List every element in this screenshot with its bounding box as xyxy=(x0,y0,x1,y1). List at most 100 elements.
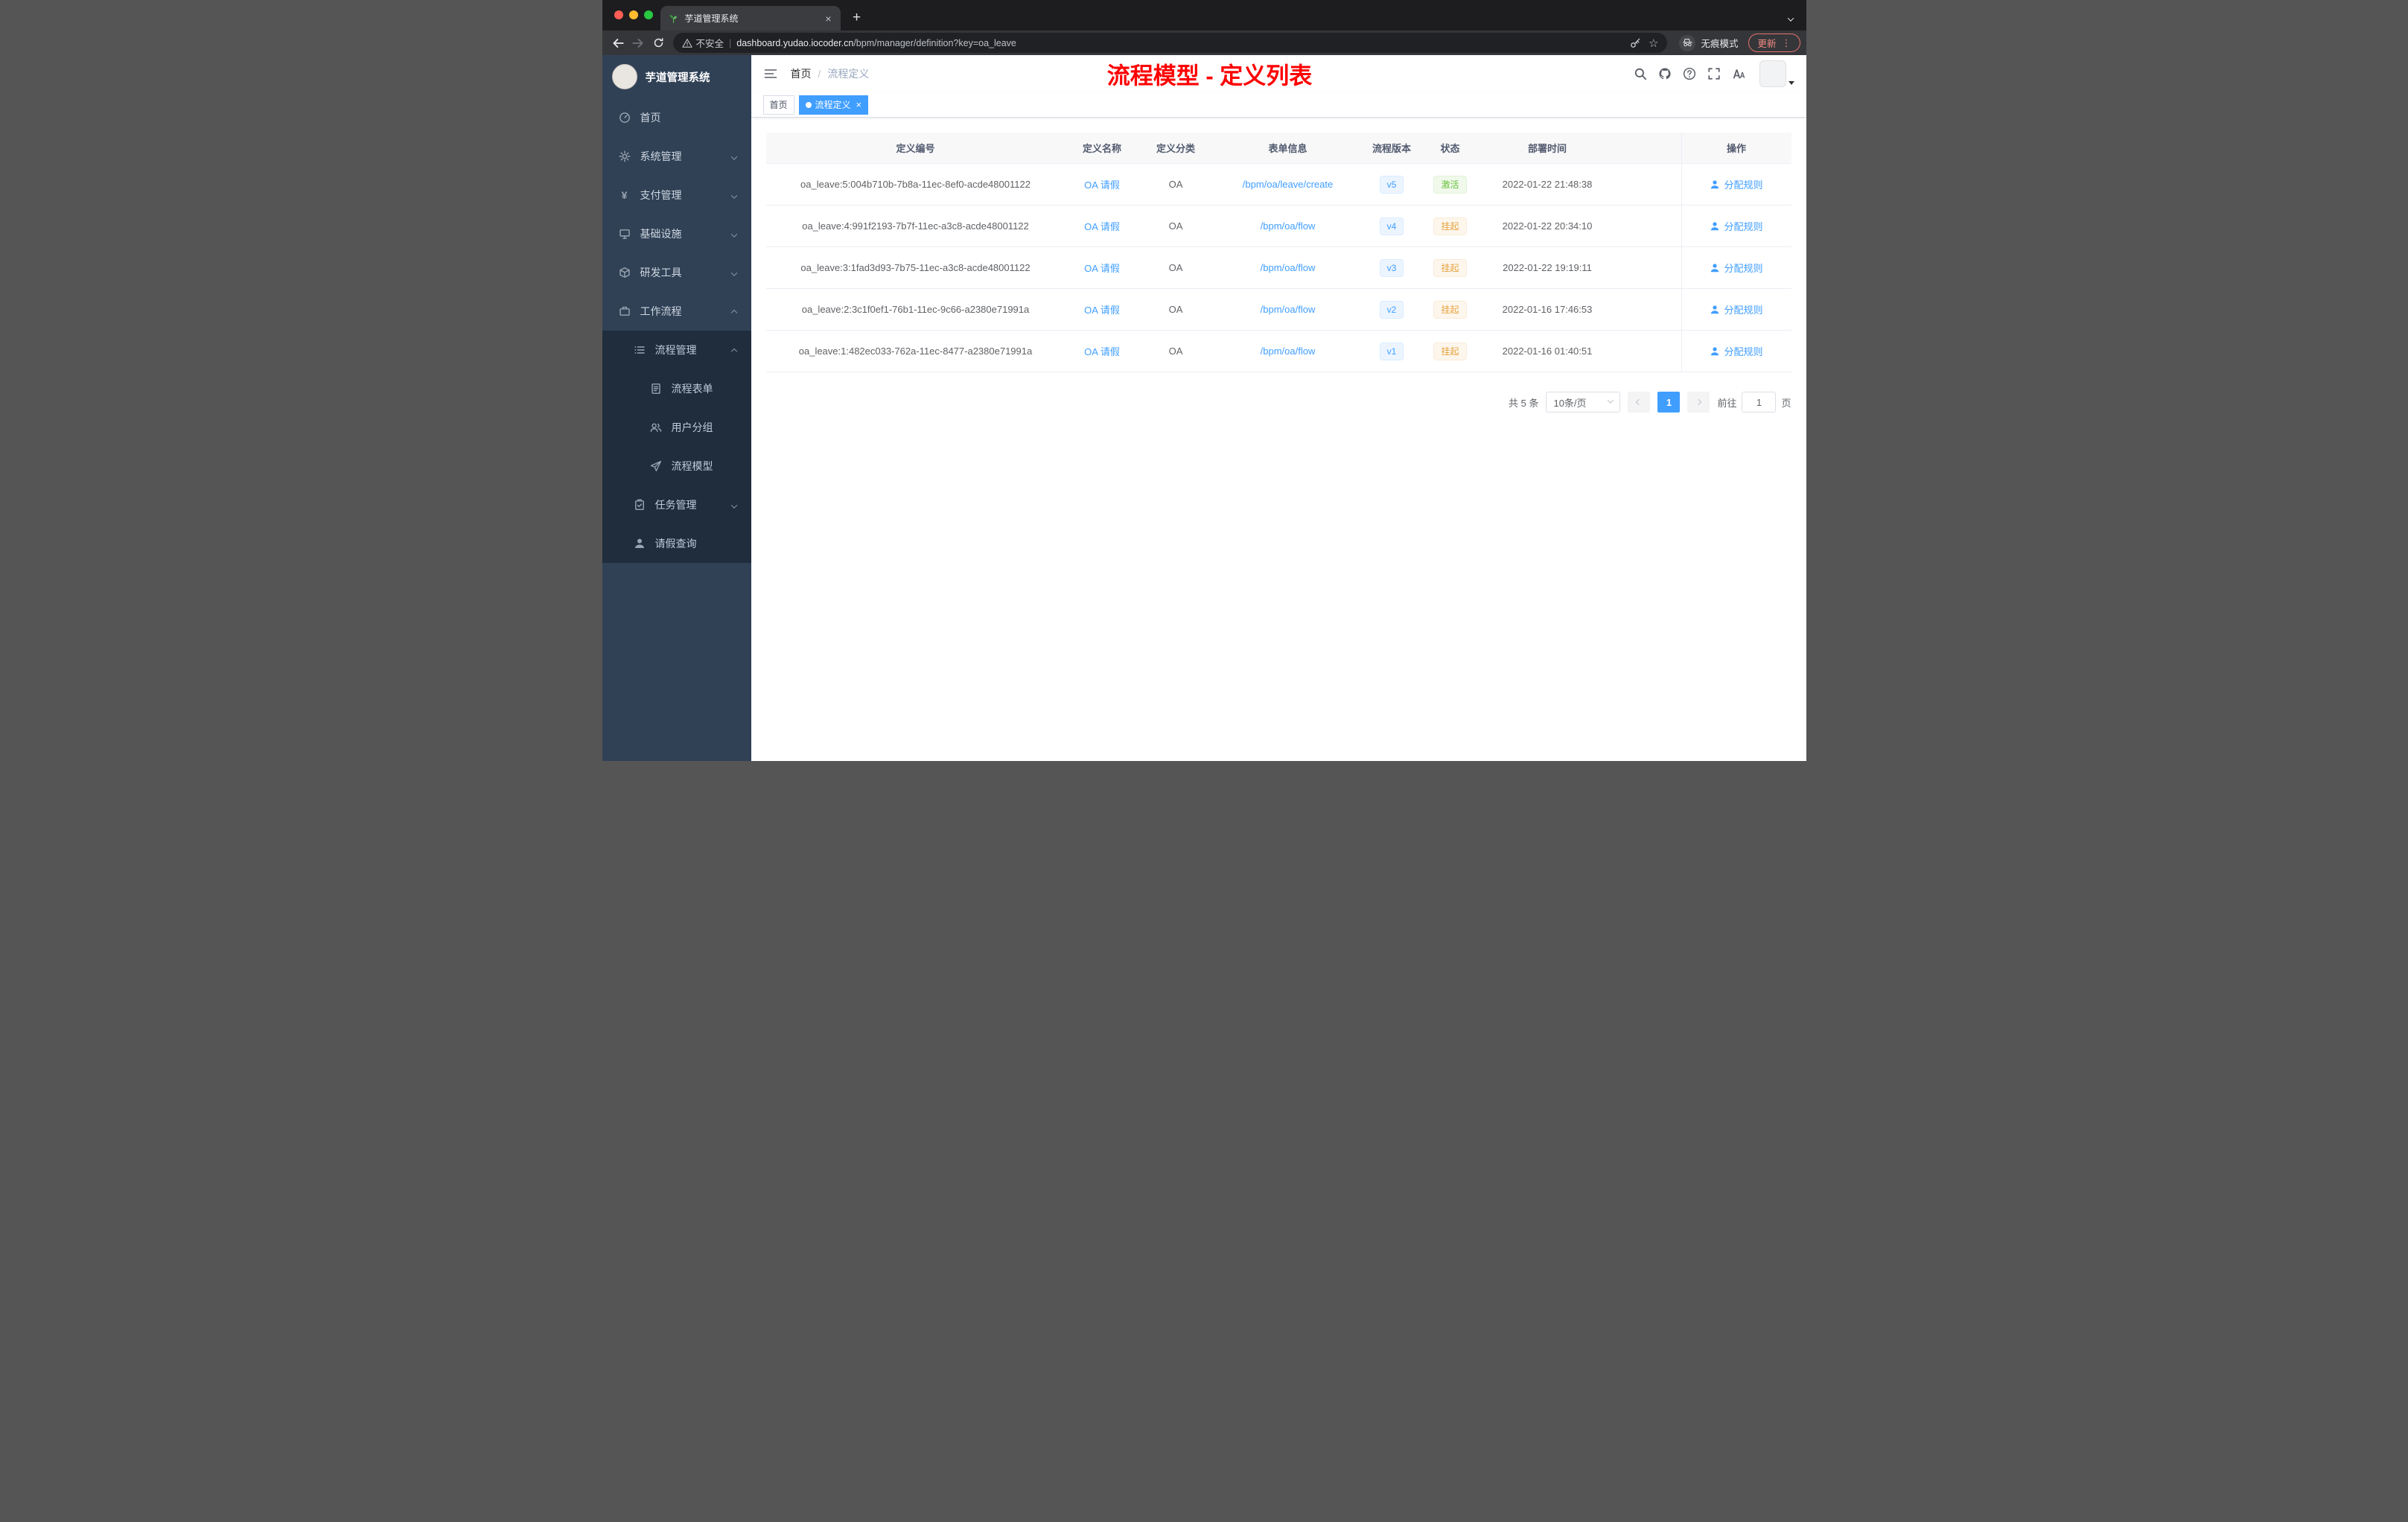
app-title: 芋道管理系统 xyxy=(645,71,710,84)
chevron-up-icon xyxy=(730,305,737,317)
sidebar-item-task-management[interactable]: 任务管理 xyxy=(602,485,751,524)
tab-close-icon[interactable]: × xyxy=(824,13,832,25)
breadcrumb-home[interactable]: 首页 xyxy=(791,66,812,81)
cell-definition-id: oa_leave:1:482ec033-762a-11ec-8477-a2380… xyxy=(798,346,1033,357)
url-host: dashboard.yudao.iocoder.cn xyxy=(736,37,854,48)
logo-avatar xyxy=(611,64,637,89)
tag-label: 首页 xyxy=(769,100,788,110)
reload-button[interactable] xyxy=(649,33,669,53)
page-size-value: 10条/页 xyxy=(1553,397,1587,409)
status-badge: 挂起 xyxy=(1433,217,1467,235)
tag-label: 流程定义 xyxy=(815,100,851,110)
sidebar-item-workflow[interactable]: 工作流程 xyxy=(602,292,751,331)
status-badge: 挂起 xyxy=(1433,342,1467,360)
status-badge: 挂起 xyxy=(1433,258,1467,277)
window-minimize-button[interactable] xyxy=(628,10,638,19)
page-number-button[interactable]: 1 xyxy=(1657,392,1681,413)
bookmark-star-icon[interactable]: ☆ xyxy=(1649,36,1658,50)
goto-prefix: 前往 xyxy=(1717,397,1737,409)
form-link[interactable]: /bpm/oa/leave/create xyxy=(1243,179,1333,190)
chevron-left-icon xyxy=(1636,398,1643,406)
breadcrumb-current: 流程定义 xyxy=(827,68,870,80)
status-badge: 挂起 xyxy=(1433,300,1467,319)
key-icon[interactable] xyxy=(1630,37,1641,48)
dashboard-icon xyxy=(619,112,630,123)
definition-name-link[interactable]: OA 请假 xyxy=(1084,302,1120,316)
breadcrumb: 首页 / 流程定义 xyxy=(791,66,870,81)
user-avatar xyxy=(1759,60,1786,87)
search-icon[interactable] xyxy=(1634,67,1647,80)
assign-rule-link[interactable]: 分配规则 xyxy=(1710,302,1763,316)
sidebar-item-devtools[interactable]: 研发工具 xyxy=(602,253,751,292)
assign-rule-link[interactable]: 分配规则 xyxy=(1710,219,1763,233)
user-icon xyxy=(1711,179,1719,188)
form-link[interactable]: /bpm/oa/flow xyxy=(1261,304,1316,315)
address-bar[interactable]: 不安全 | dashboard.yudao.iocoder.cn/bpm/man… xyxy=(672,33,1668,53)
tag-close-icon[interactable]: × xyxy=(856,99,862,110)
cell-spacer xyxy=(1615,247,1681,288)
window-close-button[interactable] xyxy=(614,10,623,19)
window-zoom-button[interactable] xyxy=(643,10,653,19)
sidebar-item-label: 流程表单 xyxy=(671,383,713,395)
page-size-select[interactable]: 10条/页 xyxy=(1546,392,1621,413)
table-row: oa_leave:4:991f2193-7b7f-11ec-a3c8-acde4… xyxy=(765,206,1791,247)
next-page-button[interactable] xyxy=(1687,392,1710,413)
tags-view: 首页 流程定义 × xyxy=(751,92,1806,118)
github-icon[interactable] xyxy=(1658,67,1672,80)
sidebar-item-user-group[interactable]: 用户分组 xyxy=(602,408,751,447)
form-link[interactable]: /bpm/oa/flow xyxy=(1261,262,1316,273)
help-icon[interactable] xyxy=(1683,67,1696,80)
cell-definition-id: oa_leave:5:004b710b-7b8a-11ec-8ef0-acde4… xyxy=(800,179,1031,190)
sidebar-item-payment[interactable]: ¥ 支付管理 xyxy=(602,176,751,214)
sidebar-item-label: 首页 xyxy=(640,112,661,124)
browser-menu-dots-icon[interactable]: ⋮ xyxy=(1782,37,1791,49)
prev-page-button[interactable] xyxy=(1628,392,1651,413)
pagination-jumper: 前往 页 xyxy=(1717,392,1791,413)
user-menu[interactable] xyxy=(1759,60,1794,87)
tag-process-definition[interactable]: 流程定义 × xyxy=(798,95,869,115)
sidebar-item-label: 支付管理 xyxy=(640,189,682,201)
screen: 芋道管理系统 × + 不安全 | dashboard.yudao.iocoder… xyxy=(602,0,1806,761)
assign-rule-link[interactable]: 分配规则 xyxy=(1710,261,1763,275)
cell-deploy-time: 2022-01-16 17:46:53 xyxy=(1502,304,1593,315)
sidebar-item-process-form[interactable]: 流程表单 xyxy=(602,369,751,408)
sidebar-item-leave-query[interactable]: 请假查询 xyxy=(602,524,751,563)
chevron-down-icon xyxy=(730,228,737,240)
form-link[interactable]: /bpm/oa/flow xyxy=(1261,346,1316,357)
security-status[interactable]: 不安全 xyxy=(681,36,724,50)
sidebar-item-home[interactable]: 首页 xyxy=(602,98,751,137)
sidebar-item-infrastructure[interactable]: 基础设施 xyxy=(602,214,751,253)
definition-name-link[interactable]: OA 请假 xyxy=(1084,261,1120,275)
tab-search-chevron-icon[interactable] xyxy=(1787,12,1794,25)
user-icon xyxy=(1711,305,1719,313)
goto-page-input[interactable] xyxy=(1742,392,1777,413)
column-header: 操作 xyxy=(1681,133,1791,163)
sidebar-item-process-management[interactable]: 流程管理 xyxy=(602,331,751,369)
form-link[interactable]: /bpm/oa/flow xyxy=(1261,220,1316,232)
chevron-down-icon xyxy=(730,189,737,201)
definition-name-link[interactable]: OA 请假 xyxy=(1084,344,1120,358)
goto-suffix: 页 xyxy=(1781,397,1791,409)
definition-name-link[interactable]: OA 请假 xyxy=(1084,177,1120,191)
version-badge: v3 xyxy=(1379,258,1404,277)
tag-home[interactable]: 首页 xyxy=(762,95,794,115)
fullscreen-icon[interactable] xyxy=(1707,67,1721,80)
browser-update-button[interactable]: 更新 ⋮ xyxy=(1748,34,1800,52)
browser-tab[interactable]: 芋道管理系统 × xyxy=(660,6,841,31)
definition-name-link[interactable]: OA 请假 xyxy=(1084,219,1120,233)
forward-button[interactable] xyxy=(628,33,649,53)
version-badge: v1 xyxy=(1379,342,1404,360)
hamburger-icon[interactable] xyxy=(763,66,778,81)
assign-rule-link[interactable]: 分配规则 xyxy=(1710,177,1763,191)
tab-favicon xyxy=(669,14,678,23)
assign-rule-link[interactable]: 分配规则 xyxy=(1710,344,1763,358)
sidebar-logo[interactable]: 芋道管理系统 xyxy=(602,55,751,98)
sidebar-item-system[interactable]: 系统管理 xyxy=(602,137,751,176)
warning-icon xyxy=(681,38,692,48)
back-button[interactable] xyxy=(608,33,628,53)
sidebar-item-process-model[interactable]: 流程模型 xyxy=(602,447,751,485)
active-dot xyxy=(805,101,812,108)
user-icon xyxy=(634,538,644,548)
new-tab-button[interactable]: + xyxy=(847,7,867,28)
font-size-icon[interactable] xyxy=(1732,67,1745,80)
